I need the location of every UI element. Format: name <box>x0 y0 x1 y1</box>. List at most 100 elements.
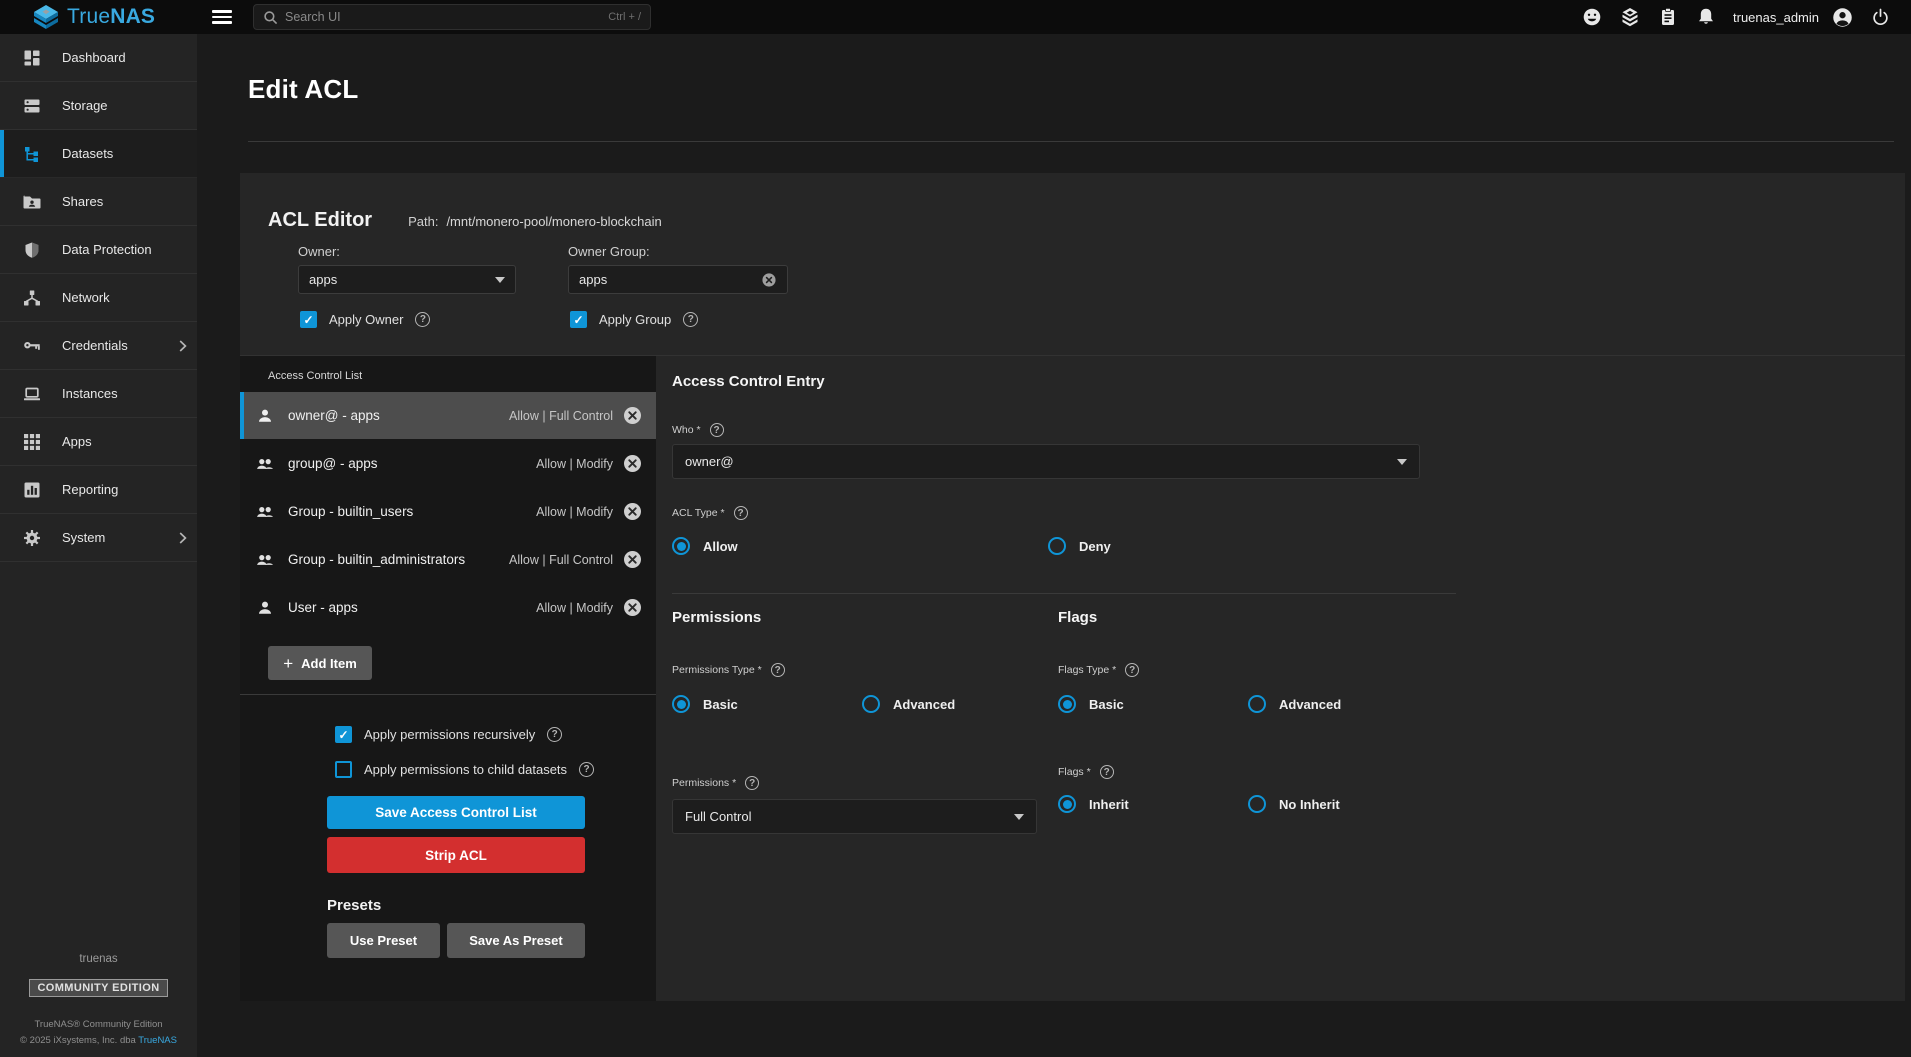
truenas-link[interactable]: TrueNAS <box>138 1035 177 1046</box>
chevron-right-icon <box>179 340 187 352</box>
logged-in-username: truenas_admin <box>1733 10 1819 25</box>
owner-group-input[interactable]: apps <box>568 265 788 294</box>
help-icon[interactable] <box>1100 765 1114 779</box>
group-icon <box>256 455 274 473</box>
sidebar-item-label: System <box>62 530 158 545</box>
radio-icon <box>1058 695 1076 713</box>
permissions-type-advanced-radio[interactable]: Advanced <box>862 695 955 713</box>
sidebar-item-datasets[interactable]: Datasets <box>0 130 197 178</box>
sidebar-item-system[interactable]: System <box>0 514 197 562</box>
shield-icon <box>23 241 41 259</box>
remove-entry-icon[interactable] <box>623 502 642 521</box>
remove-entry-icon[interactable] <box>623 406 642 425</box>
datasets-tree-icon <box>23 145 41 163</box>
who-select[interactable]: owner@ <box>672 444 1420 479</box>
sidebar-item-network[interactable]: Network <box>0 274 197 322</box>
remove-entry-icon[interactable] <box>623 550 642 569</box>
flags-inherit-radio[interactable]: Inherit <box>1058 795 1248 813</box>
gear-icon <box>23 529 41 547</box>
person-icon <box>256 407 274 425</box>
acl-entry-who: group@ - apps <box>288 456 536 471</box>
use-preset-button[interactable]: Use Preset <box>327 923 440 958</box>
help-icon[interactable] <box>547 727 562 742</box>
acl-entry-permission: Allow | Modify <box>536 457 613 471</box>
permissions-select[interactable]: Full Control <box>672 799 1037 834</box>
acl-type-allow-radio[interactable]: Allow <box>672 537 1048 555</box>
radio-label: Advanced <box>893 697 955 712</box>
remove-entry-icon[interactable] <box>623 454 642 473</box>
clear-icon[interactable] <box>761 272 777 288</box>
sidebar-item-shares[interactable]: Shares <box>0 178 197 226</box>
sidebar-item-dashboard[interactable]: Dashboard <box>0 34 197 82</box>
strip-acl-button[interactable]: Strip ACL <box>327 837 585 873</box>
sidebar-item-label: Reporting <box>62 482 187 497</box>
shared-folder-icon <box>23 193 41 211</box>
access-control-list-panel: Access Control List owner@ - apps Allow … <box>240 356 656 1001</box>
permissions-type-basic-radio[interactable]: Basic <box>672 695 862 713</box>
help-icon[interactable] <box>579 762 594 777</box>
search-shortcut-hint: Ctrl + / <box>608 11 641 23</box>
help-icon[interactable] <box>710 423 724 437</box>
sidebar-item-reporting[interactable]: Reporting <box>0 466 197 514</box>
help-icon[interactable] <box>734 506 748 520</box>
acl-type-deny-radio[interactable]: Deny <box>1048 537 1111 555</box>
sidebar-item-instances[interactable]: Instances <box>0 370 197 418</box>
apply-owner-checkbox[interactable] <box>300 311 317 328</box>
help-icon[interactable] <box>683 312 698 327</box>
acl-type-label: ACL Type * <box>672 507 725 519</box>
truenas-logo[interactable]: TrueNAS <box>0 4 197 30</box>
ix-systems-layers-icon[interactable] <box>1611 7 1649 27</box>
help-icon[interactable] <box>415 312 430 327</box>
acl-entry-row[interactable]: Group - builtin_administrators Allow | F… <box>240 536 656 583</box>
apply-child-datasets-checkbox[interactable] <box>335 761 352 778</box>
acl-entry-permission: Allow | Modify <box>536 601 613 615</box>
flags-heading: Flags <box>1058 609 1905 626</box>
help-icon[interactable] <box>745 776 759 790</box>
radio-icon <box>1248 695 1266 713</box>
flags-no-inherit-radio[interactable]: No Inherit <box>1248 795 1340 813</box>
save-as-preset-button[interactable]: Save As Preset <box>447 923 585 958</box>
apply-group-label: Apply Group <box>599 312 671 327</box>
sidebar-item-credentials[interactable]: Credentials <box>0 322 197 370</box>
main-content: Edit ACL ACL Editor Path:/mnt/monero-poo… <box>197 34 1911 1057</box>
acl-entry-permission: Allow | Full Control <box>509 409 613 423</box>
sidebar-item-data-protection[interactable]: Data Protection <box>0 226 197 274</box>
owner-group-label: Owner Group: <box>568 244 808 259</box>
apply-group-checkbox[interactable] <box>570 311 587 328</box>
sidebar-item-apps[interactable]: Apps <box>0 418 197 466</box>
acl-entry-who: Group - builtin_administrators <box>288 552 509 567</box>
feedback-smiley-icon[interactable] <box>1573 7 1611 27</box>
apply-owner-label: Apply Owner <box>329 312 403 327</box>
radio-label: Basic <box>1089 697 1124 712</box>
acl-entry-row[interactable]: owner@ - apps Allow | Full Control <box>240 392 656 439</box>
user-avatar-icon[interactable] <box>1823 7 1862 28</box>
radio-label: Deny <box>1079 539 1111 554</box>
plus-icon <box>283 655 293 672</box>
sidebar-toggle-hamburger-icon[interactable] <box>212 10 232 24</box>
add-item-button[interactable]: Add Item <box>268 646 372 680</box>
save-acl-button[interactable]: Save Access Control List <box>327 796 585 829</box>
acl-entry-row[interactable]: Group - builtin_users Allow | Modify <box>240 488 656 535</box>
flags-type-basic-radio[interactable]: Basic <box>1058 695 1248 713</box>
sidebar-nav: Dashboard Storage Datasets <box>0 34 197 1057</box>
apps-grid-icon <box>23 433 41 451</box>
acl-editor-heading: ACL Editor <box>268 209 372 232</box>
power-icon[interactable] <box>1862 8 1899 27</box>
search-input[interactable] <box>285 10 601 24</box>
person-icon <box>256 599 274 617</box>
acl-entry-row[interactable]: User - apps Allow | Modify <box>240 584 656 631</box>
owner-select[interactable]: apps <box>298 265 516 294</box>
help-icon[interactable] <box>771 663 785 677</box>
chevron-right-icon <box>179 532 187 544</box>
global-search[interactable]: Ctrl + / <box>253 4 651 30</box>
help-icon[interactable] <box>1125 663 1139 677</box>
notifications-bell-icon[interactable] <box>1687 7 1725 27</box>
sidebar-item-storage[interactable]: Storage <box>0 82 197 130</box>
apply-recursively-checkbox[interactable] <box>335 726 352 743</box>
remove-entry-icon[interactable] <box>623 598 642 617</box>
sidebar-footer: truenas COMMUNITY EDITION TrueNAS® Commu… <box>0 953 197 1049</box>
jobs-clipboard-icon[interactable] <box>1649 7 1687 27</box>
permissions-value: Full Control <box>685 809 1014 824</box>
flags-type-advanced-radio[interactable]: Advanced <box>1248 695 1341 713</box>
acl-entry-row[interactable]: group@ - apps Allow | Modify <box>240 440 656 487</box>
